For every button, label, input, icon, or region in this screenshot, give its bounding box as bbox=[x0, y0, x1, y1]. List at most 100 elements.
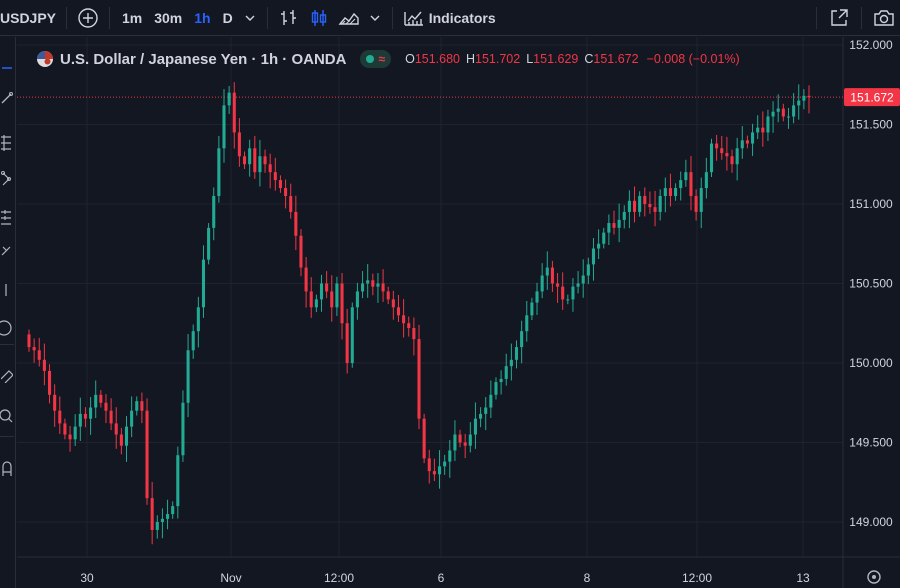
compare-symbol-button[interactable] bbox=[73, 0, 103, 36]
candle-body bbox=[273, 172, 277, 181]
measure-tool[interactable] bbox=[0, 365, 14, 385]
toolbar-divider bbox=[391, 6, 393, 29]
candle-body bbox=[242, 156, 247, 165]
text-tool[interactable] bbox=[0, 280, 14, 300]
candle-body bbox=[730, 156, 734, 165]
candle-body bbox=[494, 382, 498, 395]
candle-body bbox=[181, 402, 185, 456]
indicators-button[interactable]: Indicators bbox=[399, 0, 500, 36]
trend-line-tool[interactable] bbox=[0, 88, 14, 108]
candle-body bbox=[227, 92, 231, 106]
ruler-icon bbox=[1, 370, 13, 383]
timeframe-dropdown-button[interactable] bbox=[239, 0, 261, 36]
last-price-label: 151.672 bbox=[850, 91, 894, 105]
candle-body bbox=[792, 105, 796, 117]
timeframe-30m[interactable]: 30m bbox=[148, 10, 188, 26]
pattern-tool[interactable] bbox=[0, 169, 14, 189]
chevron-down-icon bbox=[245, 15, 255, 21]
market-status-pill[interactable]: ≈ bbox=[360, 50, 392, 68]
candle-body bbox=[396, 307, 401, 316]
candle-body bbox=[412, 328, 416, 340]
price-tick-label: 150.500 bbox=[849, 276, 893, 290]
candle-body bbox=[571, 286, 575, 300]
chart-legend: U.S. Dollar / Japanese Yen · 1h · OANDA … bbox=[36, 47, 740, 71]
time-tick-label: Nov bbox=[220, 571, 241, 585]
candle-body bbox=[422, 418, 426, 459]
snapshot-button[interactable] bbox=[868, 0, 900, 36]
toolbar-divider bbox=[861, 6, 862, 29]
candle-body bbox=[632, 200, 637, 212]
candle-body bbox=[366, 280, 370, 284]
trend-line-icon bbox=[1, 92, 13, 104]
candle-body bbox=[786, 116, 791, 118]
candle-body bbox=[114, 423, 118, 435]
high-value: 151.702 bbox=[475, 52, 521, 66]
fullscreen-icon bbox=[831, 8, 848, 26]
candle-body bbox=[309, 291, 313, 308]
legend-title[interactable]: U.S. Dollar / Japanese Yen · 1h · OANDA bbox=[60, 51, 346, 68]
candle-body bbox=[458, 434, 462, 443]
candle-body bbox=[160, 518, 164, 523]
candle-body bbox=[591, 248, 596, 265]
chart-style-dropdown-button[interactable] bbox=[364, 0, 386, 36]
candle-body bbox=[622, 211, 626, 220]
fib-tool[interactable] bbox=[0, 133, 14, 153]
timeframe-1m[interactable]: 1m bbox=[116, 10, 148, 26]
magnet-tool[interactable] bbox=[0, 459, 14, 479]
fullscreen-button[interactable] bbox=[823, 0, 855, 36]
candle-body bbox=[468, 434, 472, 446]
candle-body bbox=[663, 188, 667, 197]
chevron-down-icon bbox=[370, 15, 380, 21]
price-chart[interactable]: 152.000 151.500 151.000 150.500 150.000 149.5… bbox=[17, 37, 900, 588]
candle-body bbox=[417, 339, 421, 419]
candle-body bbox=[278, 180, 282, 189]
time-tick-label: 30 bbox=[80, 571, 94, 585]
pattern-icon bbox=[1, 171, 11, 186]
candle-body bbox=[520, 331, 524, 348]
cursor-tool[interactable] bbox=[0, 55, 14, 75]
candle-body bbox=[68, 434, 72, 440]
candle-body bbox=[253, 148, 257, 173]
candle-body bbox=[638, 196, 642, 212]
toolbar-divider bbox=[816, 6, 817, 29]
icon-tool[interactable] bbox=[0, 318, 14, 338]
candle-body bbox=[109, 410, 113, 424]
candle-body bbox=[299, 235, 303, 268]
axis-settings-button bbox=[867, 570, 881, 584]
brush-tool[interactable] bbox=[0, 240, 14, 260]
candle-body bbox=[694, 196, 698, 212]
candle-body bbox=[473, 418, 477, 435]
area-style-button[interactable] bbox=[334, 0, 364, 36]
candle-body bbox=[150, 498, 154, 530]
forecast-icon bbox=[1, 210, 11, 225]
candle-body bbox=[94, 394, 98, 408]
zoom-tool[interactable] bbox=[0, 407, 14, 427]
zoom-icon bbox=[0, 409, 13, 423]
candle-body bbox=[674, 188, 678, 197]
candle-body bbox=[176, 455, 180, 507]
divider-line bbox=[0, 435, 14, 437]
candle-body bbox=[740, 140, 744, 149]
candle-body bbox=[751, 132, 755, 144]
candle-body bbox=[391, 299, 395, 308]
candle-body bbox=[130, 410, 134, 427]
open-label: O bbox=[405, 52, 415, 66]
forecast-tool[interactable] bbox=[0, 207, 14, 227]
candle-body bbox=[597, 243, 601, 249]
candle-body bbox=[735, 148, 739, 165]
candle-body bbox=[756, 127, 760, 133]
candle-body bbox=[448, 450, 452, 462]
bar-style-button[interactable] bbox=[274, 0, 304, 36]
symbol-search-button[interactable]: USDJPY bbox=[0, 0, 60, 36]
candles-style-button[interactable] bbox=[304, 0, 334, 36]
time-tick-label: 12:00 bbox=[324, 571, 354, 585]
timeframe-1d[interactable]: D bbox=[217, 10, 239, 26]
candle-body bbox=[42, 359, 46, 371]
candle-body bbox=[171, 506, 175, 515]
candle-body bbox=[217, 148, 221, 197]
candle-body bbox=[709, 143, 714, 173]
timeframe-group: 1m 30m 1h D bbox=[116, 0, 239, 36]
low-label: L bbox=[526, 52, 534, 66]
timeframe-1h[interactable]: 1h bbox=[188, 10, 216, 26]
candle-body bbox=[535, 291, 539, 303]
